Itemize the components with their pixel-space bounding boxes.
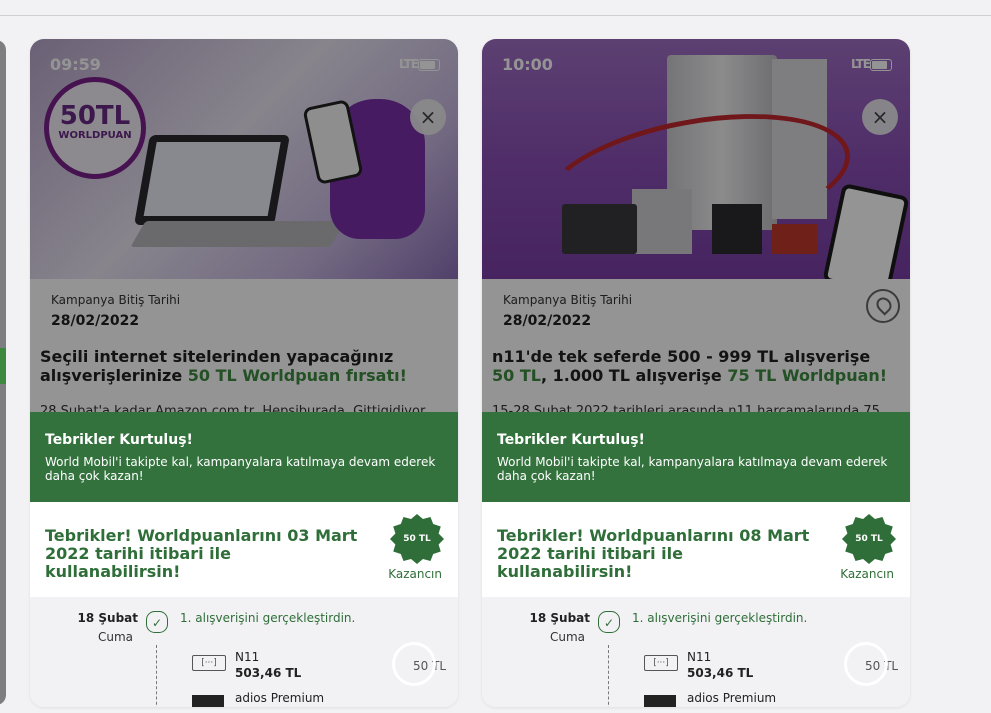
- campaign-card-1[interactable]: 50TL WORLDPUAN 09:59 LTE × Kampanya Biti…: [30, 39, 458, 707]
- store2-thumbnail: [644, 695, 676, 707]
- timeline-day: 18 Şubat: [77, 611, 139, 625]
- congrats-text: World Mobil'i takipte kal, kampanyalara …: [497, 455, 888, 483]
- timeline-weekday: Cuma: [549, 630, 585, 644]
- store-icon: [···]: [192, 655, 226, 671]
- check-badge-icon: ✓: [598, 611, 620, 633]
- timeline-weekday: Cuma: [97, 630, 133, 644]
- check-badge-icon: ✓: [146, 611, 168, 633]
- timeline-line: [608, 645, 609, 707]
- previous-card-peek[interactable]: [0, 40, 6, 705]
- congrats-banner: Tebrikler Kurtuluş! World Mobil'i takipt…: [30, 412, 458, 502]
- reward-section: Tebrikler! Worldpuanlarını 08 Mart 2022 …: [482, 502, 910, 597]
- progress-ring-icon: [844, 642, 888, 686]
- top-divider: [0, 15, 991, 16]
- dim-overlay: [30, 39, 458, 413]
- timeline-amount: 503,46 TL: [235, 666, 302, 680]
- store2-thumbnail: [192, 695, 224, 707]
- progress-ring-icon: [392, 642, 436, 686]
- purchase-timeline: 18 Şubat Cuma ✓ 1. alışverişini gerçekle…: [482, 597, 910, 707]
- timeline-step: 1. alışverişini gerçekleştirdin.: [180, 611, 356, 625]
- congrats-banner: Tebrikler Kurtuluş! World Mobil'i takipt…: [482, 412, 910, 502]
- reward-status: Kazancın: [840, 567, 894, 581]
- reward-badge: 50 TL: [842, 514, 896, 564]
- purchase-timeline: 18 Şubat Cuma ✓ 1. alışverişini gerçekle…: [30, 597, 458, 707]
- reward-badge: 50 TL: [390, 514, 444, 564]
- reward-text: Tebrikler! Worldpuanlarını 03 Mart 2022 …: [45, 526, 358, 581]
- timeline-store-2: adios Premium: [235, 691, 325, 705]
- timeline-store-2: adios Premium: [687, 691, 777, 705]
- timeline-store: N11: [687, 650, 712, 664]
- timeline-day: 18 Şubat: [529, 611, 591, 625]
- reward-section: Tebrikler! Worldpuanlarını 03 Mart 2022 …: [30, 502, 458, 597]
- timeline-store: N11: [235, 650, 260, 664]
- reward-status: Kazancın: [388, 567, 442, 581]
- reward-text: Tebrikler! Worldpuanlarını 08 Mart 2022 …: [497, 526, 810, 581]
- congrats-text: World Mobil'i takipte kal, kampanyalara …: [45, 455, 436, 483]
- congrats-title: Tebrikler Kurtuluş!: [497, 432, 645, 448]
- timeline-line: [156, 645, 157, 707]
- dim-overlay: [482, 39, 910, 413]
- store-icon: [···]: [644, 655, 678, 671]
- timeline-amount: 503,46 TL: [687, 666, 754, 680]
- timeline-step: 1. alışverişini gerçekleştirdin.: [632, 611, 808, 625]
- campaign-card-2[interactable]: 10:00 LTE × Kampanya Bitiş Tarihi 28/02/…: [482, 39, 910, 707]
- congrats-title: Tebrikler Kurtuluş!: [45, 432, 193, 448]
- previous-card-green-strip: [0, 348, 6, 384]
